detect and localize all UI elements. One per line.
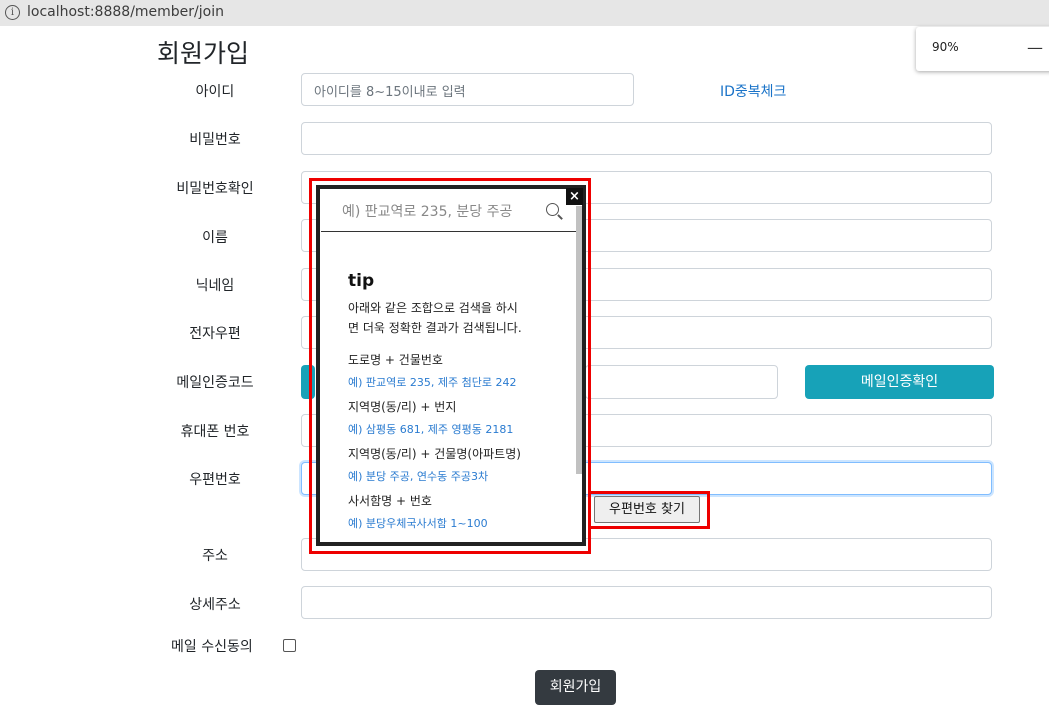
address-label: 주소 (202, 548, 228, 564)
zipcode-search-button[interactable]: 우편번호 찾기 (594, 496, 700, 523)
url-text[interactable]: localhost:8888/member/join (27, 4, 224, 20)
password-confirm-label: 비밀번호확인 (176, 181, 254, 197)
postcode-search-placeholder: 예) 판교역로 235, 분당 주공 (342, 204, 513, 220)
email-confirm-button[interactable]: 메일인증확인 (805, 365, 994, 399)
zoom-level: 90% (932, 40, 959, 54)
tip-category: 사서함명 + 번호 (348, 494, 432, 508)
submit-button[interactable]: 회원가입 (535, 670, 616, 705)
id-placeholder: 아이디를 8~15이내로 입력 (314, 85, 466, 100)
page-title: 회원가입 (157, 39, 250, 68)
tip-example: 예) 분당 주공, 연수동 주공3차 (348, 470, 489, 483)
zoom-out-button[interactable]: — (1027, 38, 1043, 57)
tip-category: 도로명 + 건물번호 (348, 353, 443, 367)
tip-text-2: 면 더욱 정확한 결과가 검색됩니다. (348, 321, 522, 335)
detail-address-label: 상세주소 (189, 597, 241, 613)
mail-consent-checkbox[interactable] (283, 639, 296, 652)
id-check-link[interactable]: ID중복체크 (720, 81, 786, 101)
tip-category: 지역명(동/리) + 건물명(아파트명) (348, 447, 521, 461)
phone-label: 휴대폰 번호 (180, 424, 250, 440)
mail-consent-label: 메일 수신동의 (171, 639, 253, 655)
detail-address-input[interactable] (301, 586, 992, 619)
tip-example: 예) 삼평동 681, 제주 영평동 2181 (348, 423, 514, 436)
email-code-input[interactable] (585, 365, 778, 399)
id-input[interactable]: 아이디를 8~15이내로 입력 (301, 73, 634, 106)
tip-example: 예) 판교역로 235, 제주 첨단로 242 (348, 376, 517, 389)
password-label: 비밀번호 (189, 132, 241, 148)
nickname-label: 닉네임 (195, 278, 235, 294)
tip-title: tip (348, 271, 375, 291)
popup-scrollbar[interactable] (576, 206, 582, 474)
zipcode-label: 우편번호 (189, 472, 241, 488)
email-label: 전자우편 (189, 326, 241, 342)
id-label: 아이디 (195, 84, 235, 100)
name-label: 이름 (202, 230, 228, 246)
tip-example: 예) 분당우체국사서함 1~100 (348, 517, 488, 530)
info-icon[interactable]: i (5, 5, 20, 20)
zoom-popup: 90% — (916, 27, 1049, 71)
tip-text-1: 아래와 같은 조합으로 검색을 하시 (348, 301, 518, 315)
tip-category: 지역명(동/리) + 번지 (348, 400, 457, 414)
email-code-label: 메일인증코드 (176, 375, 254, 391)
password-input[interactable] (301, 122, 992, 155)
